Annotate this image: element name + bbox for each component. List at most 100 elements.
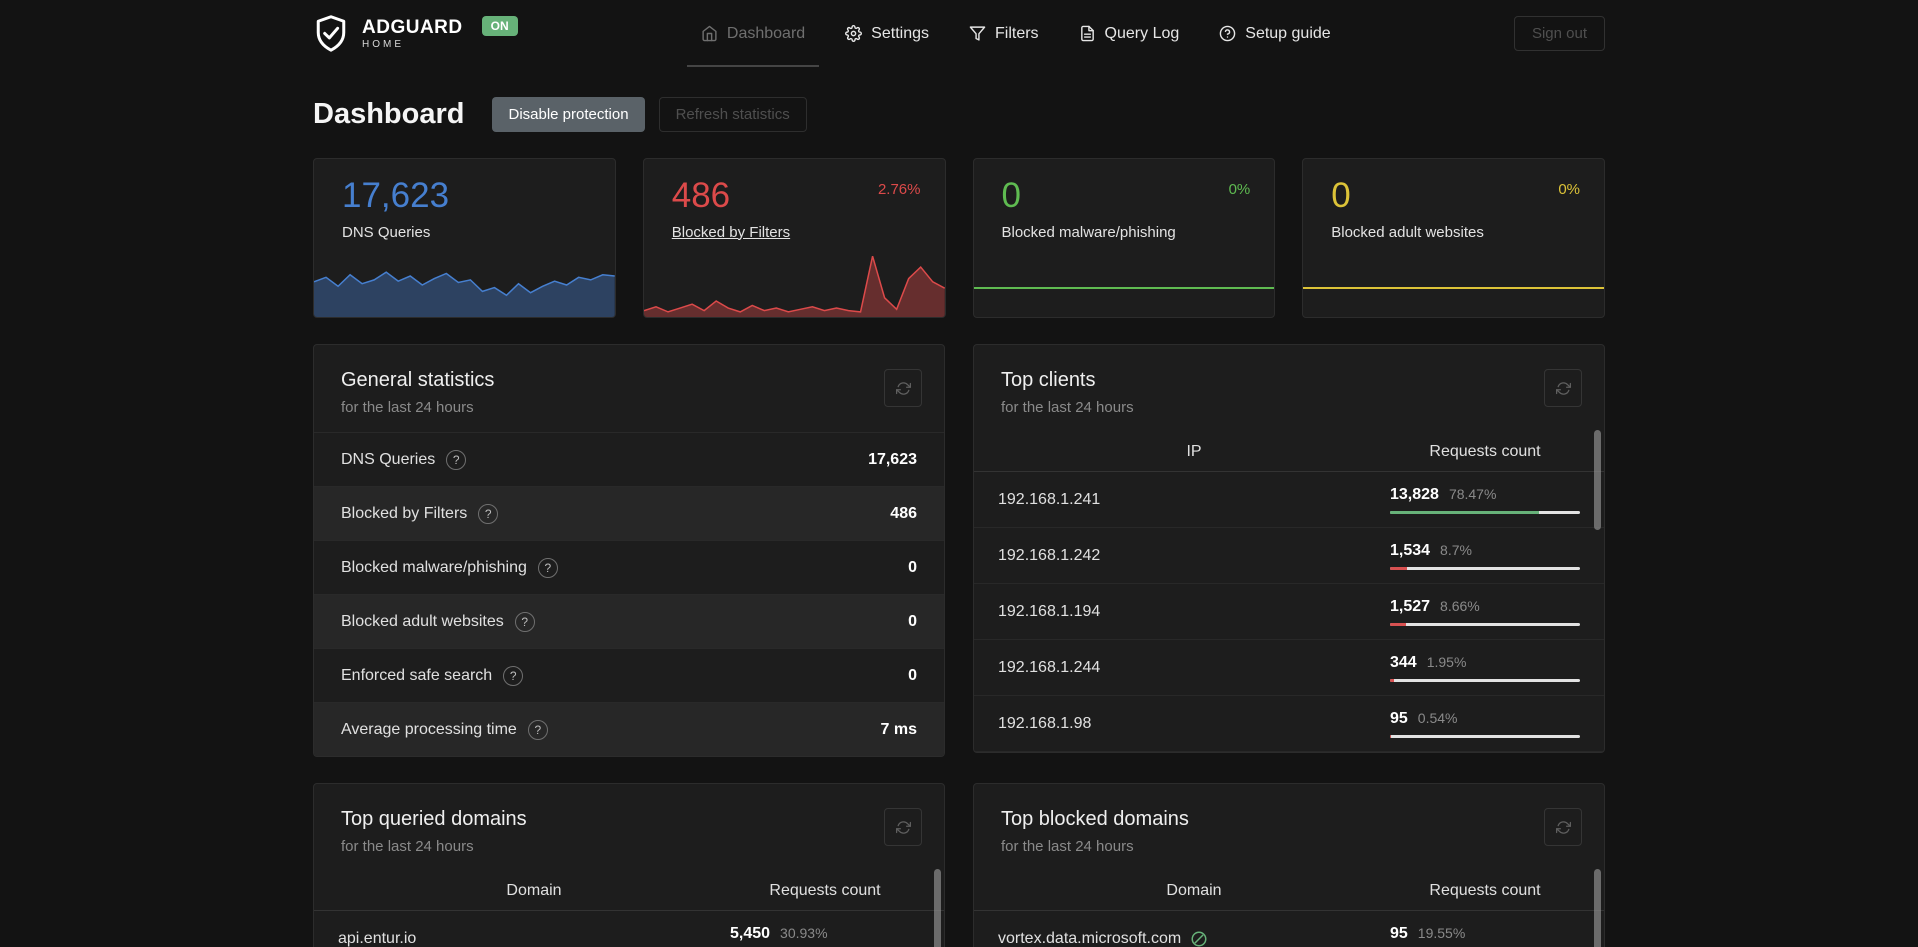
column-header-domain: Domain <box>506 881 562 899</box>
scrollbar-thumb[interactable] <box>934 869 941 947</box>
middle-panels-row: General statistics for the last 24 hours… <box>313 344 1605 757</box>
stat-row: Blocked malware/phishing? 0 <box>314 540 944 594</box>
table-row-name[interactable]: api.entur.io <box>338 930 730 947</box>
table-row-name[interactable]: 192.168.1.242 <box>998 547 1390 565</box>
panel-head-text: Top clients for the last 24 hours <box>1001 369 1134 416</box>
table-header: IP Requests count <box>974 432 1604 472</box>
question-icon[interactable]: ? <box>527 719 548 740</box>
question-icon[interactable]: ? <box>514 611 535 632</box>
progress-bar <box>1390 510 1580 514</box>
stat-label: Enforced safe search <box>341 666 493 684</box>
brand-text: ADGUARD HOME <box>362 17 463 50</box>
stat-value: 486 <box>671 176 731 215</box>
bottom-panels-row: Top queried domains for the last 24 hour… <box>313 783 1605 947</box>
requests-count: 95 <box>1390 709 1408 727</box>
stat-value: 486 <box>890 504 917 522</box>
question-icon[interactable]: ? <box>478 503 499 524</box>
panel-subtitle: for the last 24 hours <box>341 399 474 416</box>
gear-icon <box>845 25 863 42</box>
refresh-panel-button[interactable] <box>1544 369 1582 407</box>
blocked-by-filters-link[interactable]: Blocked by Filters <box>672 224 790 241</box>
progress-bar <box>1390 622 1580 626</box>
stat-value: 17,623 <box>342 176 450 215</box>
table-row: 192.168.1.244 344 1.95% <box>974 640 1604 696</box>
requests-count: 344 <box>1390 653 1417 671</box>
table-row-count: 1,527 8.66% <box>1390 598 1580 626</box>
nav-query-log[interactable]: Query Log <box>1079 0 1179 67</box>
nav-dashboard[interactable]: Dashboard <box>686 0 820 67</box>
blocked-filters-sparkline <box>643 253 945 317</box>
requests-count: 1,527 <box>1390 597 1431 615</box>
table-row-name[interactable]: 192.168.1.98 <box>998 715 1390 733</box>
table-body: vortex.data.microsoft.com 95 19.55% <box>974 911 1604 947</box>
requests-count: 5,450 <box>730 924 771 942</box>
table-row: 192.168.1.194 1,527 8.66% <box>974 584 1604 640</box>
dns-queries-sparkline <box>314 253 615 317</box>
table-row-name[interactable]: 192.168.1.241 <box>998 491 1390 509</box>
stat-label: Blocked malware/phishing <box>1001 223 1176 241</box>
refresh-icon <box>1555 820 1571 834</box>
stat-value: 0 <box>908 558 917 576</box>
stat-value: 0 <box>1331 176 1351 215</box>
table-row-name[interactable]: 192.168.1.244 <box>998 659 1390 677</box>
stat-label: Blocked adult websites <box>1331 223 1484 241</box>
stat-value: 17,623 <box>868 450 917 468</box>
question-icon[interactable]: ? <box>537 557 558 578</box>
table-row-count: 344 1.95% <box>1390 654 1580 682</box>
nav-inner: ADGUARD HOME ON Dashboard Settings Filte… <box>313 0 1605 67</box>
question-icon[interactable]: ? <box>503 665 524 686</box>
sign-out-button[interactable]: Sign out <box>1513 16 1605 51</box>
scrollbar-thumb[interactable] <box>1594 430 1601 530</box>
requests-count: 13,828 <box>1390 485 1439 503</box>
nav-filters[interactable]: Filters <box>969 0 1039 67</box>
brand-sub: HOME <box>362 38 404 50</box>
stat-percent: 2.76% <box>877 181 921 198</box>
nav-setup-guide[interactable]: Setup guide <box>1219 0 1331 67</box>
nav-settings[interactable]: Settings <box>845 0 929 67</box>
progress-bar <box>1390 678 1580 682</box>
scrollbar-thumb[interactable] <box>1594 869 1601 947</box>
table-row-name[interactable]: 192.168.1.194 <box>998 603 1390 621</box>
question-icon[interactable]: ? <box>446 449 467 470</box>
stat-label: Average processing time <box>341 720 517 738</box>
refresh-panel-button[interactable] <box>884 369 922 407</box>
protection-on-badge: ON <box>481 15 518 36</box>
requests-percent: 1.95% <box>1426 653 1467 670</box>
disable-protection-button[interactable]: Disable protection <box>492 97 645 132</box>
adguard-logo[interactable]: ADGUARD HOME ON <box>313 14 518 54</box>
table-row: 192.168.1.242 1,534 8.7% <box>974 528 1604 584</box>
stat-label: Blocked adult websites <box>341 612 504 630</box>
refresh-panel-button[interactable] <box>1544 808 1582 846</box>
table-row: 192.168.1.241 13,828 78.47% <box>974 472 1604 528</box>
progress-bar <box>1390 734 1580 738</box>
stat-card-blocked-adult: 0 0% Blocked adult websites <box>1302 158 1605 318</box>
nav-label: Setup guide <box>1245 24 1331 42</box>
nav-label: Settings <box>871 24 929 42</box>
panel-head-text: Top blocked domains for the last 24 hour… <box>1001 808 1189 855</box>
table-row-name[interactable]: vortex.data.microsoft.com <box>998 930 1390 947</box>
top-clients-panel: Top clients for the last 24 hours IP Req… <box>973 344 1605 753</box>
table-row: vortex.data.microsoft.com 95 19.55% <box>974 911 1604 947</box>
table-row-count: 95 0.54% <box>1390 710 1580 738</box>
panel-title: General statistics <box>341 369 495 391</box>
refresh-panel-button[interactable] <box>884 808 922 846</box>
stat-percent: 0% <box>1558 181 1580 198</box>
stat-row: Enforced safe search? 0 <box>314 648 944 702</box>
table-row: 192.168.1.98 95 0.54% <box>974 696 1604 752</box>
filter-icon <box>969 26 986 41</box>
stat-value: 0 <box>908 612 917 630</box>
requests-percent: 8.66% <box>1440 597 1480 614</box>
column-header-requests: Requests count <box>769 881 881 899</box>
stat-row: DNS Queries? 17,623 <box>314 432 944 486</box>
column-header-requests: Requests count <box>1429 442 1541 460</box>
refresh-icon <box>1555 381 1571 395</box>
refresh-icon <box>895 820 911 834</box>
refresh-statistics-button[interactable]: Refresh statistics <box>658 97 807 132</box>
refresh-icon <box>895 381 911 395</box>
panel-head-text: Top queried domains for the last 24 hour… <box>341 808 527 855</box>
stat-label: DNS Queries <box>342 223 431 241</box>
stat-value: 0 <box>908 666 917 684</box>
progress-bar <box>1390 566 1580 570</box>
top-queried-panel: Top queried domains for the last 24 hour… <box>313 783 945 947</box>
table-body: api.entur.io 5,450 30.93% <box>314 911 944 947</box>
